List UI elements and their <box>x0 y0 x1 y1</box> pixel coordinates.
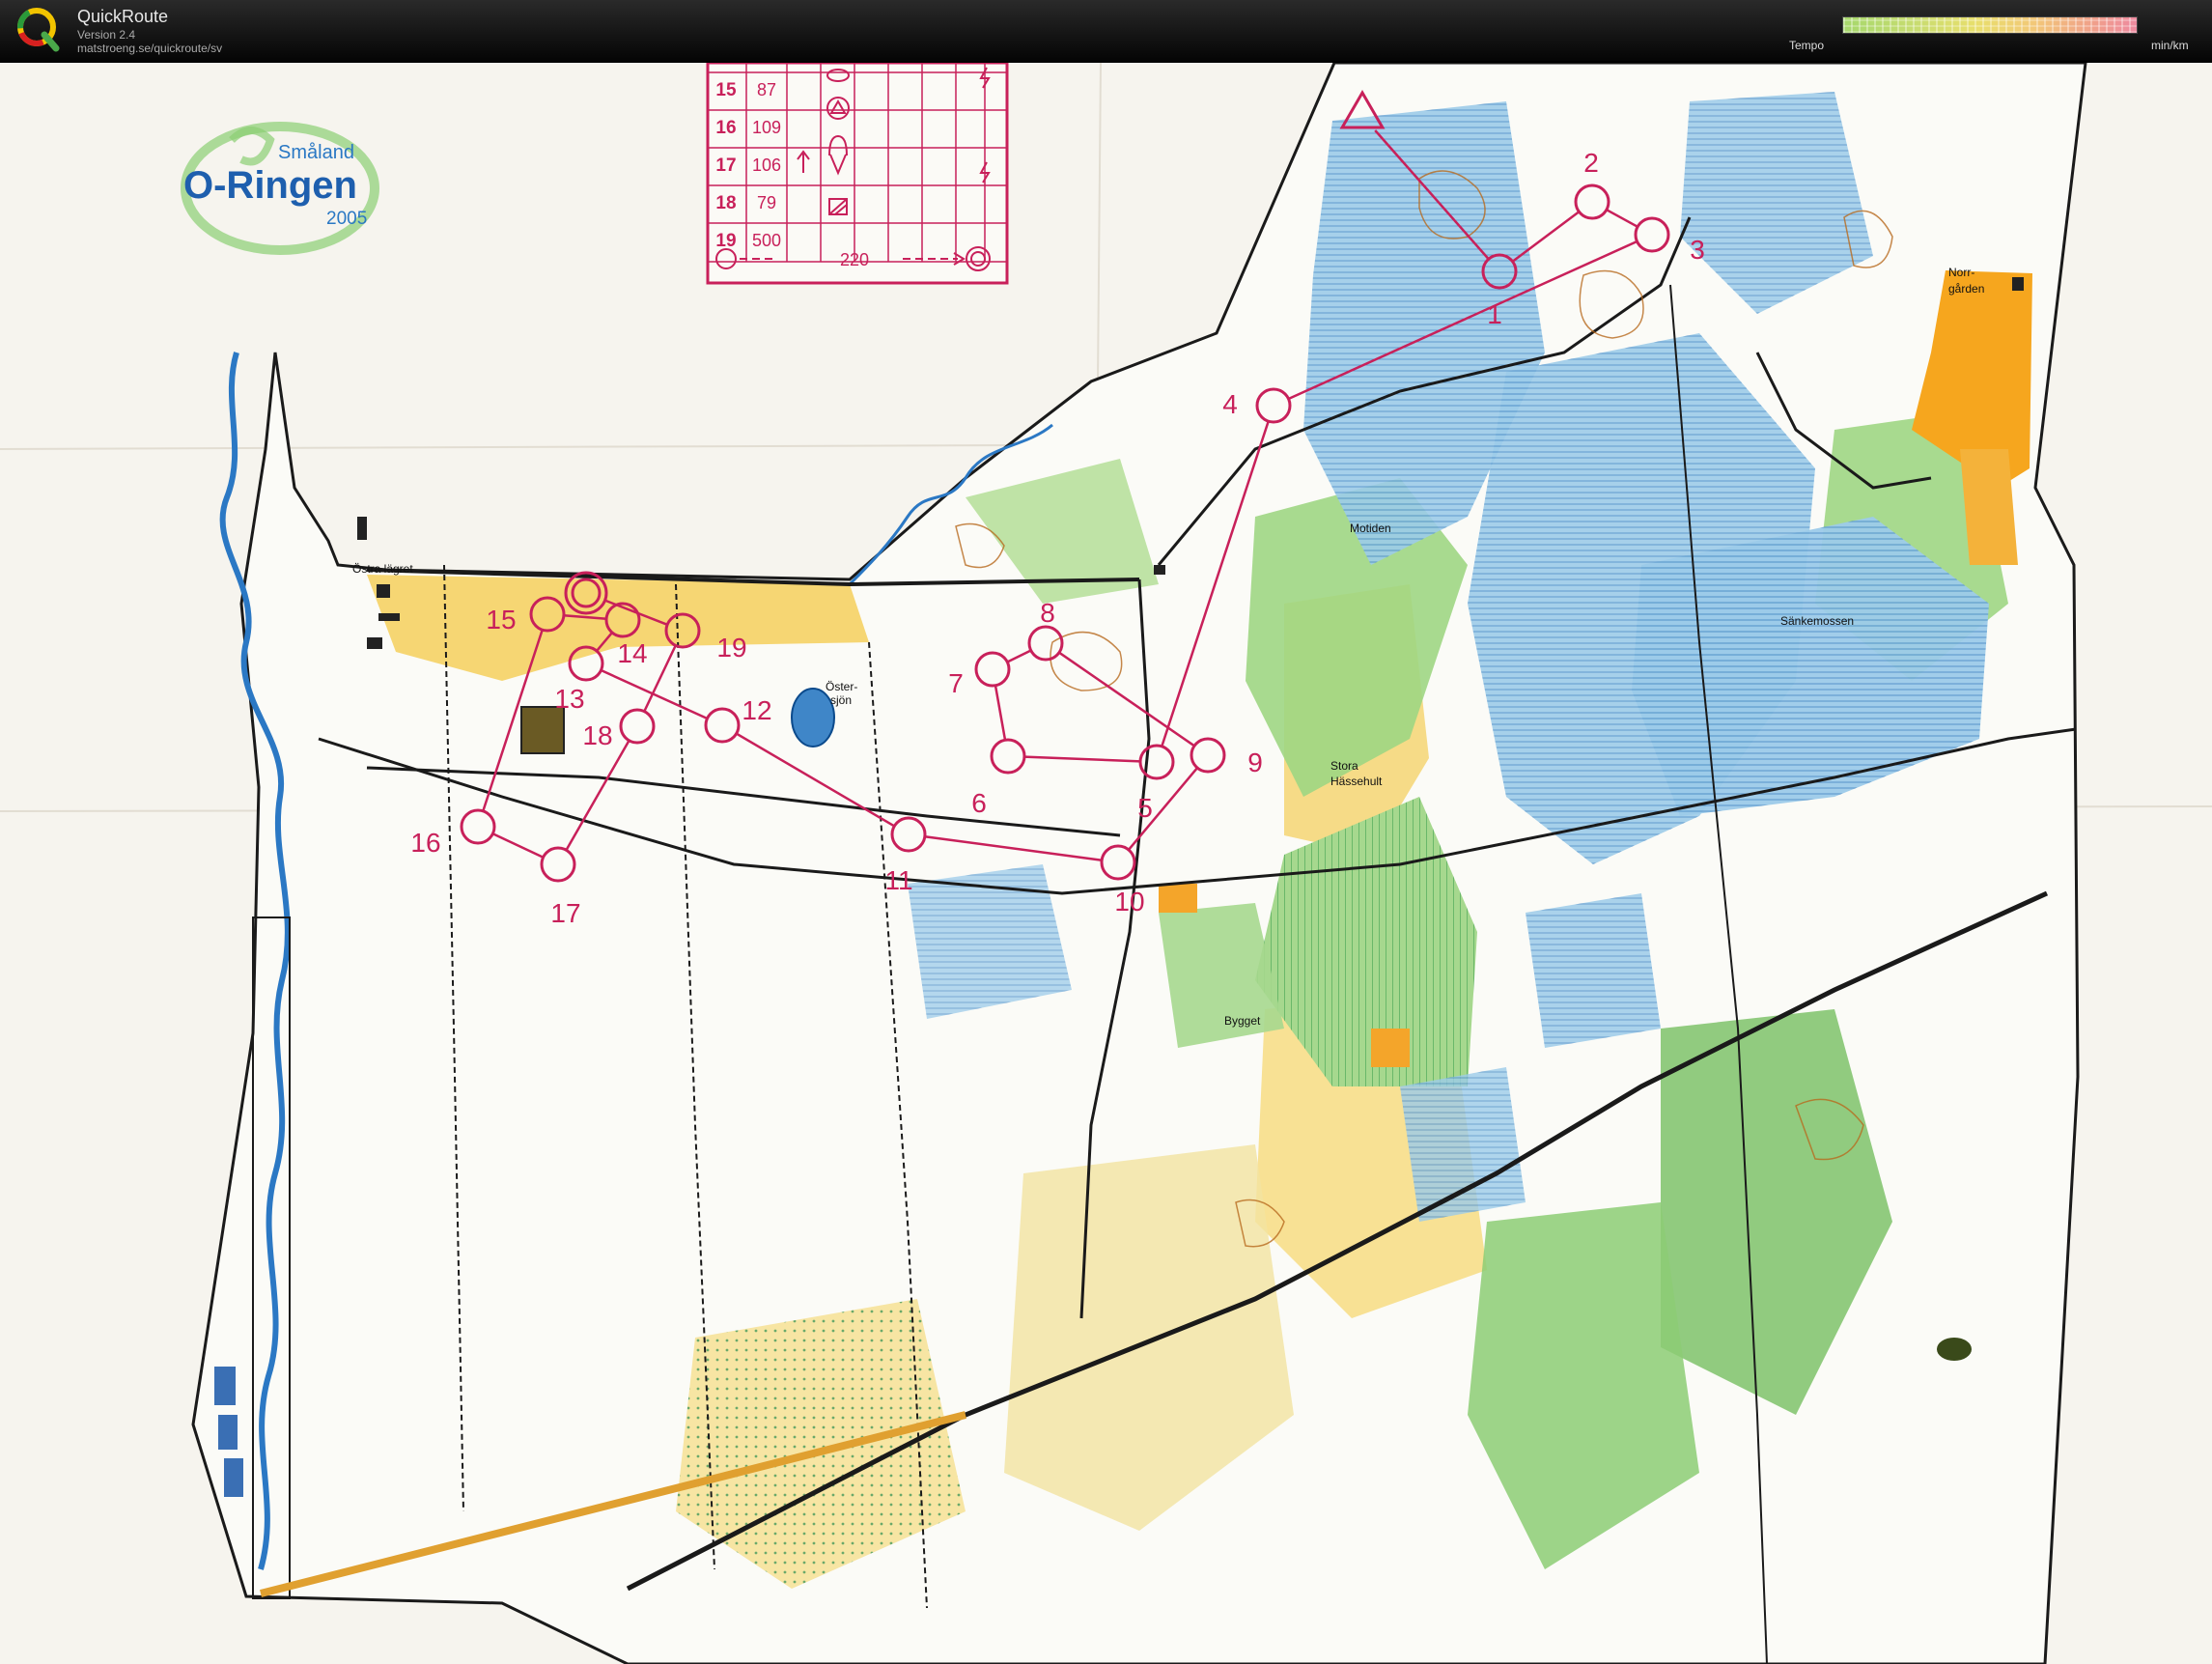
logo-name: O-Ringen <box>183 164 357 207</box>
control-desc-number: 17 <box>715 155 736 176</box>
app-name: QuickRoute <box>77 7 169 26</box>
control-number: 4 <box>1222 389 1238 419</box>
control-number: 8 <box>1040 598 1055 628</box>
map-terrain <box>191 63 2087 1664</box>
control-desc-code: 79 <box>757 193 776 212</box>
place-name: Östra lägret <box>352 562 413 576</box>
event-logo: Småland O-Ringen 2005 <box>181 122 379 255</box>
tempo-unit-label: min/km <box>2151 39 2189 52</box>
map-canvas[interactable]: Småland O-Ringen 2005 15 8716 10917 10618 79… <box>0 63 2212 1664</box>
logo-region: Småland <box>278 142 354 163</box>
control-number: 7 <box>948 668 964 698</box>
control-number: 3 <box>1690 235 1705 265</box>
control-number: 10 <box>1114 887 1144 917</box>
tempo-color-scale[interactable] <box>1842 16 2138 34</box>
tempo-label: Tempo <box>1789 39 1825 52</box>
control-number: 14 <box>617 638 647 668</box>
app-version: Version 2.4 <box>77 28 136 42</box>
control-number: 1 <box>1487 299 1502 329</box>
control-number: 5 <box>1137 793 1153 823</box>
control-desc-number: 15 <box>715 80 737 100</box>
control-description-table: 15 87 16 109 17 106 18 79 19 500 220 <box>706 63 1009 285</box>
quickroute-logo-icon <box>17 8 60 52</box>
lake-ostersjon <box>791 688 835 747</box>
control-number: 9 <box>1247 747 1263 777</box>
control-number: 17 <box>550 898 580 928</box>
control-number: 2 <box>1583 148 1599 178</box>
logo-year: 2005 <box>326 209 367 229</box>
control-desc-number: 19 <box>715 231 736 251</box>
place-name: Sänkemossen <box>1780 614 1854 628</box>
control-number: 6 <box>971 788 987 818</box>
control-number: 18 <box>582 720 612 750</box>
place-name: Öster- <box>826 680 857 693</box>
control-desc-code: 109 <box>752 118 781 137</box>
place-name: Hässehult <box>1330 775 1383 788</box>
control-number: 12 <box>742 695 771 725</box>
control-desc-code: 106 <box>752 155 781 175</box>
control-number: 15 <box>486 605 516 635</box>
place-name: Bygget <box>1224 1014 1261 1028</box>
place-name: Norr- <box>1948 266 1974 279</box>
control-desc-code: 87 <box>757 80 776 99</box>
control-number: 19 <box>716 633 746 663</box>
control-number: 13 <box>554 684 584 714</box>
place-name: gården <box>1948 282 1984 296</box>
control-desc-number: 18 <box>715 193 736 213</box>
control-desc-number: 16 <box>715 118 736 138</box>
quickroute-title-bar: QuickRoute Version 2.4 matstroeng.se/qui… <box>0 0 2212 63</box>
orienteering-map[interactable]: Småland O-Ringen 2005 15 87 16 109 17 106 18 79… <box>0 63 2212 1664</box>
control-number: 11 <box>884 865 912 895</box>
control-number: 16 <box>410 828 440 858</box>
place-name: Motiden <box>1350 522 1391 535</box>
app-url: matstroeng.se/quickroute/sv <box>77 42 223 55</box>
place-name: sjön <box>830 693 852 707</box>
place-name: Stora <box>1330 759 1358 773</box>
control-desc-code: 500 <box>752 231 781 250</box>
finish-distance: 220 <box>840 250 869 269</box>
